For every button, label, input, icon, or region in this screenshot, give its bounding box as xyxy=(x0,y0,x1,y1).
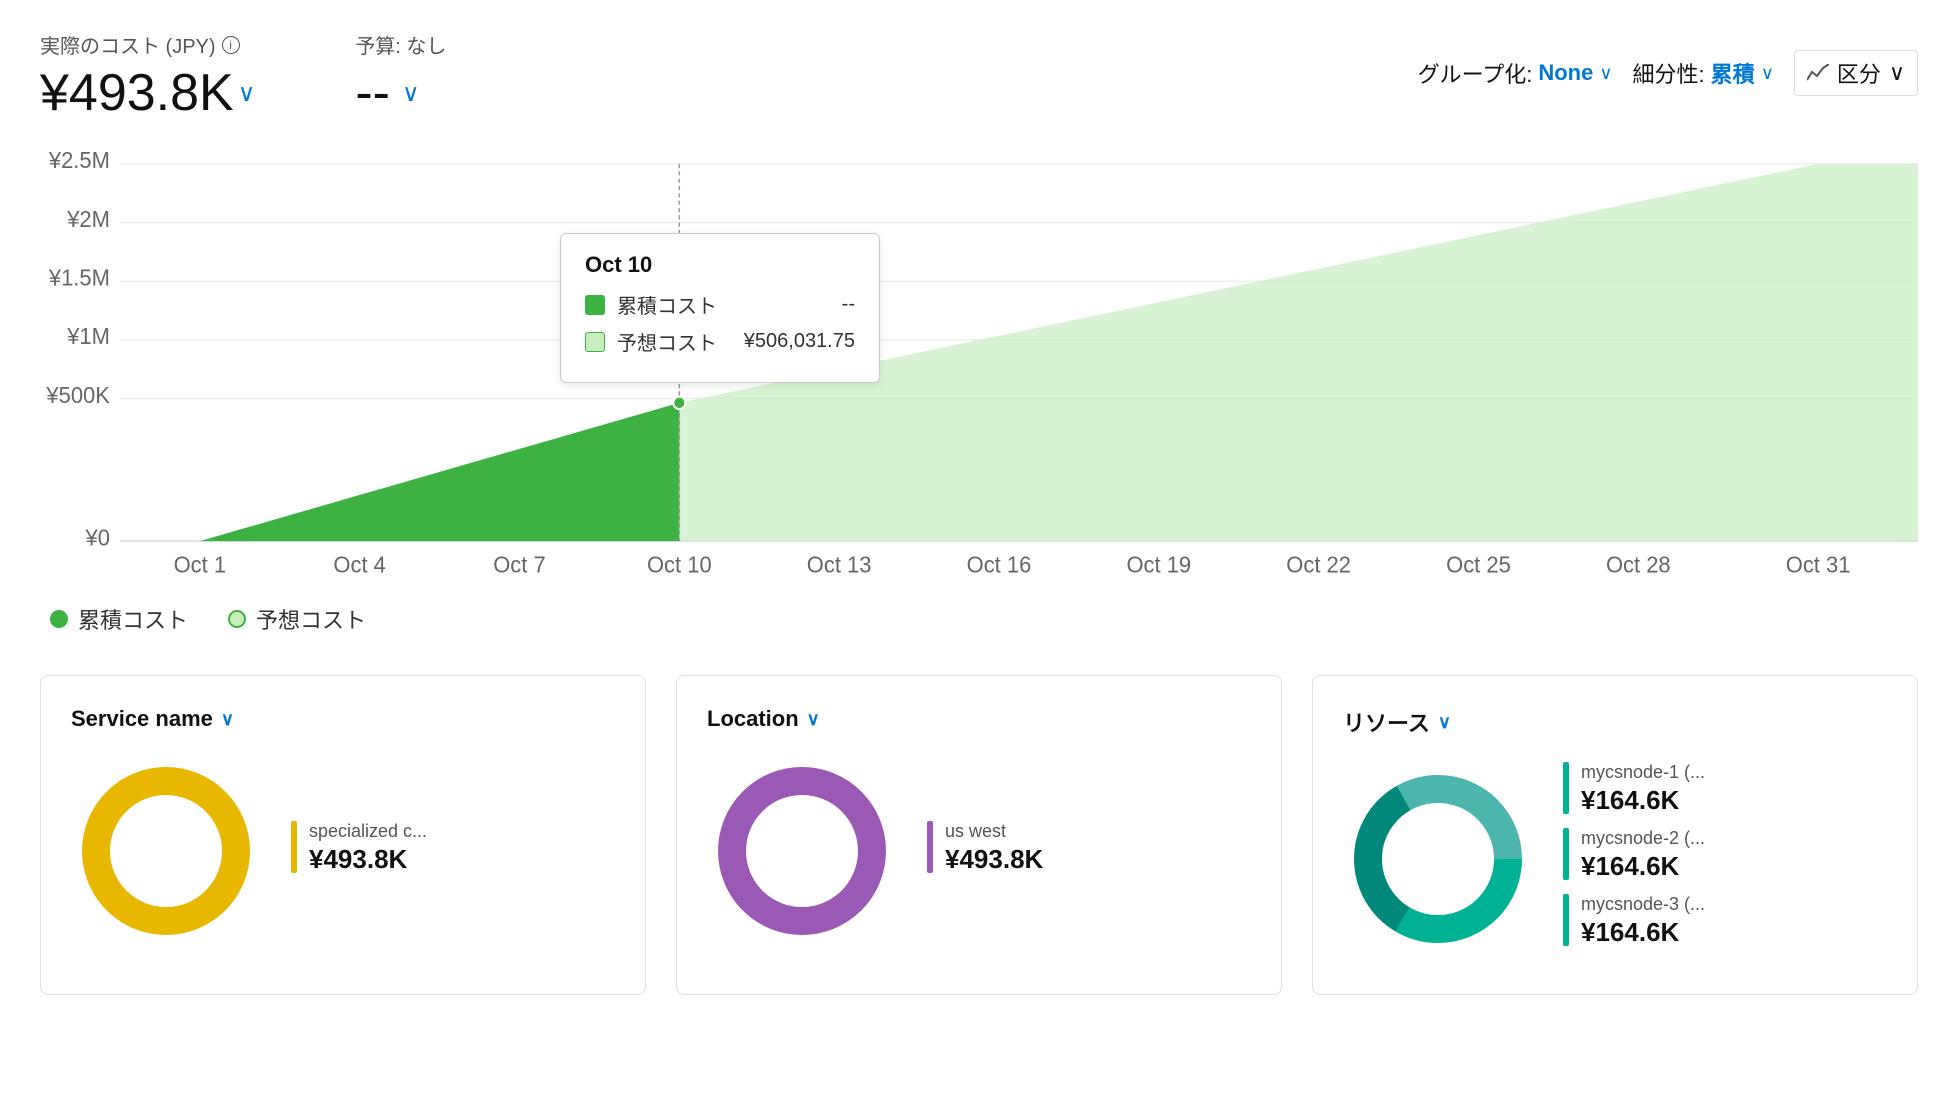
resource-bar-2 xyxy=(1563,894,1569,946)
svg-text:¥0: ¥0 xyxy=(85,525,110,551)
header-section: 実際のコスト (JPY) i ¥493.8K ∨ 予算: なし -- ∨ xyxy=(40,30,1918,123)
tooltip-actual-label: 累積コスト xyxy=(617,290,717,319)
tooltip-actual-color xyxy=(585,295,605,315)
tooltip-actual-row: 累積コスト -- xyxy=(585,290,855,319)
location-donut xyxy=(707,756,897,951)
service-name-legend: specialized c... ¥493.8K xyxy=(291,821,615,887)
svg-text:Oct 4: Oct 4 xyxy=(333,552,385,578)
legend-actual-label: 累積コスト xyxy=(78,603,188,635)
resource-header[interactable]: リソース ∨ xyxy=(1343,706,1887,738)
actual-cost-dropdown[interactable]: ¥493.8K ∨ xyxy=(40,63,255,123)
resource-bar-0 xyxy=(1563,762,1569,814)
legend-actual: 累積コスト xyxy=(50,603,188,635)
legend-actual-dot xyxy=(50,610,68,628)
legend-forecast: 予想コスト xyxy=(228,603,366,635)
resource-content: mycsnode-1 (... ¥164.6K mycsnode-2 (... … xyxy=(1343,762,1887,960)
location-legend: us west ¥493.8K xyxy=(927,821,1251,887)
location-chevron-icon: ∨ xyxy=(807,709,820,730)
info-icon[interactable]: i xyxy=(222,36,240,54)
svg-text:¥500K: ¥500K xyxy=(45,382,109,408)
resource-legend: mycsnode-1 (... ¥164.6K mycsnode-2 (... … xyxy=(1563,762,1887,960)
budget-chevron-icon: ∨ xyxy=(402,79,420,108)
svg-text:¥1.5M: ¥1.5M xyxy=(48,265,110,291)
cards-section: Service name ∨ specialized c... ¥493.8 xyxy=(40,675,1918,995)
svg-text:Oct 19: Oct 19 xyxy=(1126,552,1191,578)
cost-section: 実際のコスト (JPY) i ¥493.8K ∨ 予算: なし -- ∨ xyxy=(40,30,446,123)
actual-cost-label: 実際のコスト (JPY) i xyxy=(40,30,255,59)
main-chart: ¥2.5M ¥2M ¥1.5M ¥1M ¥500K ¥0 Oct 1 Oct 4… xyxy=(40,143,1918,583)
resource-legend-item-2: mycsnode-3 (... ¥164.6K xyxy=(1563,894,1887,948)
location-bar xyxy=(927,821,933,873)
svg-text:Oct 25: Oct 25 xyxy=(1446,552,1511,578)
resource-donut xyxy=(1343,764,1533,959)
actual-cost-block: 実際のコスト (JPY) i ¥493.8K ∨ xyxy=(40,30,255,123)
budget-block: 予算: なし -- ∨ xyxy=(355,30,446,123)
service-name-donut xyxy=(71,756,261,951)
location-header[interactable]: Location ∨ xyxy=(707,706,1251,732)
tooltip-actual-value: -- xyxy=(842,293,855,316)
budget-dropdown[interactable]: -- ∨ xyxy=(355,63,446,123)
service-name-header[interactable]: Service name ∨ xyxy=(71,706,615,732)
resource-card: リソース ∨ mycsno xyxy=(1312,675,1918,995)
chart-type-chevron-icon: ∨ xyxy=(1889,60,1905,86)
chart-tooltip: Oct 10 累積コスト -- 予想コスト ¥506,031.75 xyxy=(560,233,880,383)
resource-legend-item-1: mycsnode-2 (... ¥164.6K xyxy=(1563,828,1887,882)
controls-section: グループ化: None ∨ 細分性: 累積 ∨ 区分 ∨ xyxy=(1418,50,1918,96)
tooltip-forecast-value: ¥506,031.75 xyxy=(744,330,855,353)
service-name-content: specialized c... ¥493.8K xyxy=(71,756,615,951)
svg-text:¥2M: ¥2M xyxy=(66,206,110,232)
service-name-card: Service name ∨ specialized c... ¥493.8 xyxy=(40,675,646,995)
location-content: us west ¥493.8K xyxy=(707,756,1251,951)
granularity-chevron-icon: ∨ xyxy=(1761,63,1774,84)
chart-type-button[interactable]: 区分 ∨ xyxy=(1794,50,1918,96)
legend-forecast-label: 予想コスト xyxy=(256,603,366,635)
svg-text:¥1M: ¥1M xyxy=(66,324,110,350)
budget-label: 予算: なし xyxy=(355,30,446,59)
tooltip-forecast-color xyxy=(585,332,605,352)
svg-text:Oct 28: Oct 28 xyxy=(1606,552,1671,578)
tooltip-forecast-label: 予想コスト xyxy=(617,327,717,356)
service-name-chevron-icon: ∨ xyxy=(221,709,234,730)
tooltip-date: Oct 10 xyxy=(585,252,855,278)
main-container: 実際のコスト (JPY) i ¥493.8K ∨ 予算: なし -- ∨ xyxy=(0,0,1958,1025)
chart-icon xyxy=(1807,64,1829,82)
group-by-dropdown[interactable]: グループ化: None ∨ xyxy=(1418,57,1613,89)
legend-forecast-dot xyxy=(228,610,246,628)
chart-legend: 累積コスト 予想コスト xyxy=(40,603,1918,635)
svg-text:Oct 1: Oct 1 xyxy=(174,552,226,578)
svg-text:Oct 16: Oct 16 xyxy=(967,552,1032,578)
tooltip-forecast-row: 予想コスト ¥506,031.75 xyxy=(585,327,855,356)
service-name-legend-item: specialized c... ¥493.8K xyxy=(291,821,615,875)
location-legend-item: us west ¥493.8K xyxy=(927,821,1251,875)
resource-bar-1 xyxy=(1563,828,1569,880)
resource-chevron-icon: ∨ xyxy=(1438,712,1451,733)
location-card: Location ∨ us west ¥493.8K xyxy=(676,675,1282,995)
service-name-bar xyxy=(291,821,297,873)
chart-container: ¥2.5M ¥2M ¥1.5M ¥1M ¥500K ¥0 Oct 1 Oct 4… xyxy=(40,143,1918,583)
svg-text:Oct 7: Oct 7 xyxy=(493,552,545,578)
svg-text:Oct 31: Oct 31 xyxy=(1786,552,1851,578)
svg-text:Oct 22: Oct 22 xyxy=(1286,552,1351,578)
granularity-dropdown[interactable]: 細分性: 累積 ∨ xyxy=(1633,57,1774,89)
group-by-chevron-icon: ∨ xyxy=(1599,63,1612,84)
resource-legend-item-0: mycsnode-1 (... ¥164.6K xyxy=(1563,762,1887,816)
svg-text:¥2.5M: ¥2.5M xyxy=(48,148,110,174)
svg-text:Oct 13: Oct 13 xyxy=(807,552,872,578)
svg-text:Oct 10: Oct 10 xyxy=(647,552,712,578)
actual-cost-chevron-icon: ∨ xyxy=(238,79,256,108)
